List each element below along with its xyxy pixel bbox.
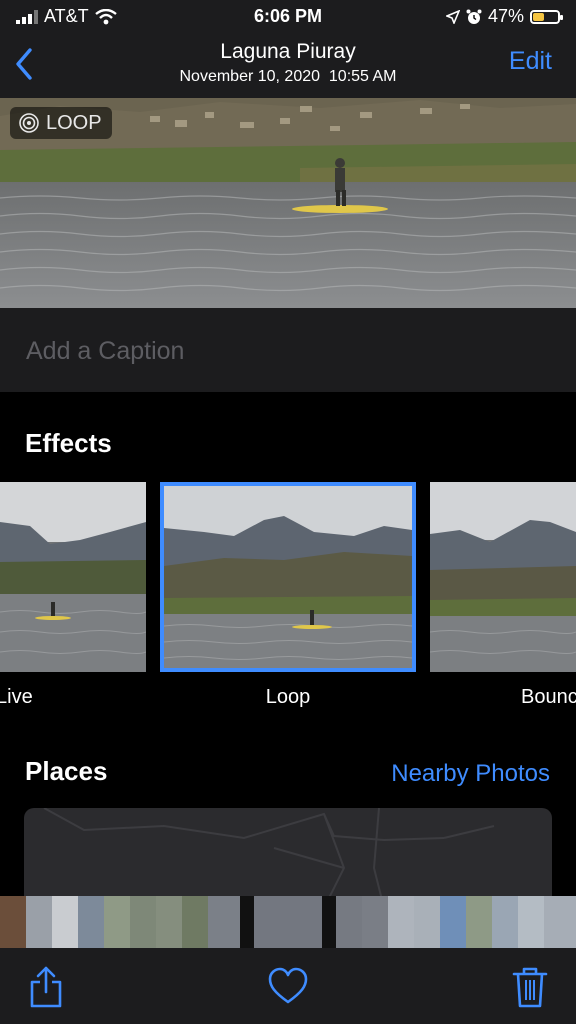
filmstrip-thumb-current[interactable] — [254, 896, 322, 948]
filmstrip-thumb[interactable] — [388, 896, 414, 948]
filmstrip-thumb[interactable] — [0, 896, 26, 948]
map-roads — [43, 808, 495, 908]
photo-date: November 10, 2020 10:55 AM — [179, 68, 397, 85]
loop-icon — [19, 113, 39, 133]
effect-loop-thumbnail — [164, 486, 412, 668]
favorite-button[interactable] — [268, 966, 308, 1008]
filmstrip-thumb[interactable] — [492, 896, 518, 948]
location-icon — [445, 9, 460, 24]
filmstrip-thumb[interactable] — [52, 896, 78, 948]
filmstrip-thumb[interactable] — [544, 896, 576, 948]
caption-area — [0, 308, 576, 392]
effects-heading: Effects — [25, 428, 112, 458]
filmstrip-thumb[interactable] — [466, 896, 492, 948]
filmstrip-thumb[interactable] — [78, 896, 104, 948]
heart-icon — [268, 967, 308, 1004]
filmstrip-thumb[interactable] — [182, 896, 208, 948]
share-button[interactable] — [26, 966, 66, 1008]
filmstrip-thumb[interactable] — [414, 896, 440, 948]
nav-bar: Laguna Piuray November 10, 2020 10:55 AM… — [0, 34, 576, 98]
effect-live-thumbnail — [0, 482, 146, 672]
battery-percent: 47% — [487, 6, 524, 26]
effect-label-loop: Loop — [265, 686, 311, 708]
effect-label-bounce: Bounce — [521, 686, 576, 708]
nearby-photos-link[interactable]: Nearby Photos — [391, 760, 550, 788]
photo-filmstrip[interactable] — [0, 896, 576, 948]
share-icon — [30, 966, 62, 1008]
filmstrip-thumb[interactable] — [440, 896, 466, 948]
filmstrip-thumb[interactable] — [362, 896, 388, 948]
effect-bounce-thumbnail — [430, 482, 576, 672]
bottom-toolbar — [0, 948, 576, 1024]
filmstrip-thumb[interactable] — [208, 896, 240, 948]
filmstrip-thumb[interactable] — [26, 896, 52, 948]
trash-icon — [512, 967, 548, 1008]
effect-loop[interactable] — [160, 482, 416, 672]
filmstrip-thumb[interactable] — [130, 896, 156, 948]
filmstrip-thumb[interactable] — [156, 896, 182, 948]
effect-bounce[interactable] — [430, 482, 576, 672]
filmstrip-thumb[interactable] — [104, 896, 130, 948]
battery-icon — [530, 9, 563, 24]
status-bar: AT&T 6:06 PM 47% — [0, 0, 576, 34]
loop-badge-label: LOOP — [46, 111, 102, 134]
filmstrip-thumb[interactable] — [336, 896, 362, 948]
alarm-icon — [466, 9, 482, 24]
loop-badge: LOOP — [10, 107, 112, 139]
edit-button[interactable]: Edit — [509, 47, 552, 76]
map-view[interactable] — [24, 808, 552, 908]
page-title: Laguna Piuray — [220, 40, 356, 63]
caption-input[interactable] — [24, 330, 548, 372]
battery-fill — [533, 12, 544, 21]
places-heading: Places — [25, 756, 108, 786]
status-right-group: 47% — [445, 6, 563, 27]
delete-button[interactable] — [510, 966, 550, 1008]
filmstrip-thumb[interactable] — [518, 896, 544, 948]
effect-label-live: Live — [0, 686, 33, 708]
effect-live[interactable] — [0, 482, 146, 672]
